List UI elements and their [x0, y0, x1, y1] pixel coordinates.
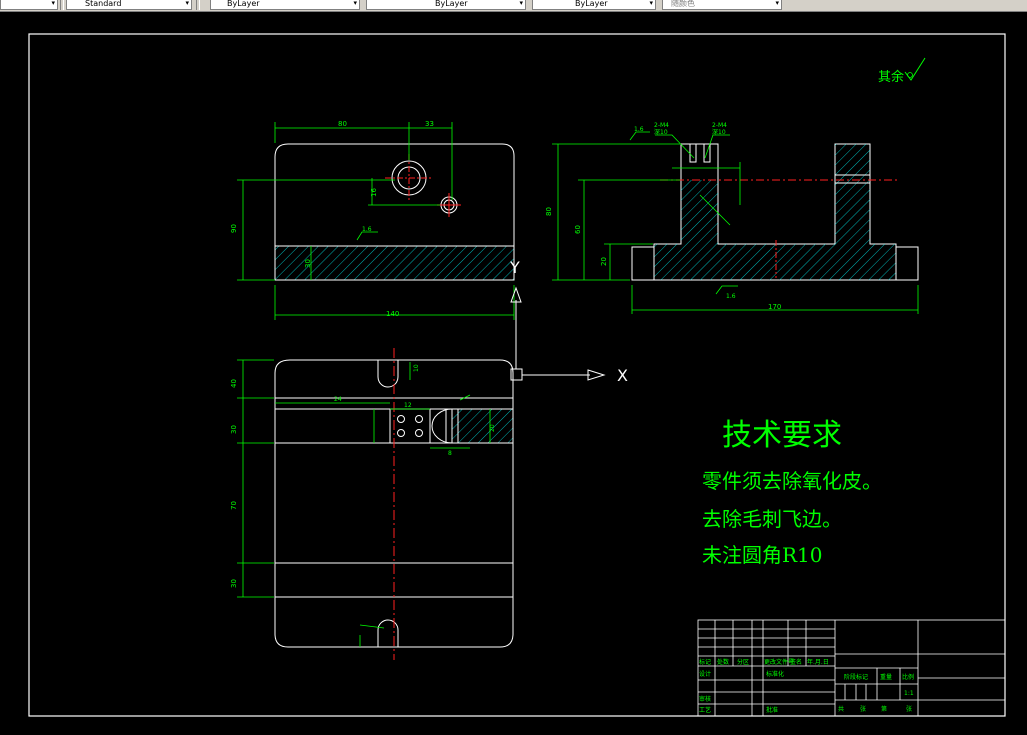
text-style-dropdown[interactable]: Standard ▾: [66, 0, 192, 10]
dim-top-offset: 33: [425, 120, 434, 128]
workspace-dropdown[interactable]: ▾: [0, 0, 58, 10]
chevron-down-icon: ▾: [353, 0, 357, 7]
dim-base-thickness: 30: [304, 259, 312, 268]
ucs-icon: [510, 286, 606, 381]
tech-requirement-line: 未注圆角R10: [702, 543, 823, 567]
tb-sheet-label: 张: [860, 705, 866, 713]
dim-plan-4: 30: [230, 579, 238, 588]
plot-style-value: 随颜色: [671, 0, 695, 8]
layer-dropdown[interactable]: ByLayer ▾: [210, 0, 360, 10]
chevron-down-icon: ▾: [649, 0, 653, 7]
dim-plan-slot: 8: [448, 450, 452, 457]
tb-scale-value: 1:1: [904, 690, 914, 697]
title-block: [697, 619, 1006, 717]
dim-plan-1: 40: [230, 379, 238, 388]
dim-plan-mid: 12: [404, 402, 412, 409]
dim-side-height: 80: [545, 207, 553, 216]
layer-value: ByLayer: [227, 0, 260, 8]
roughness-note: 其余: [878, 69, 904, 85]
toolbar-separator: [196, 0, 200, 10]
tb-weight: 重量: [880, 673, 892, 681]
roughness-circle-icon: [907, 72, 913, 78]
tb-zone: 分区: [737, 658, 749, 666]
dim-front-height: 90: [230, 224, 238, 233]
plot-style-dropdown[interactable]: 随颜色 ▾: [662, 0, 782, 10]
chevron-down-icon: ▾: [185, 0, 189, 7]
ucs-y-label: Y: [509, 258, 520, 277]
thread-note-b: 深10: [654, 128, 668, 136]
dim-plan-3: 70: [230, 501, 238, 510]
dim-front-width: 140: [386, 310, 399, 318]
drawing-canvas[interactable]: 80 33 90 16 30 140 1.6 X Y 80 60 20 170 …: [0, 11, 1027, 735]
front-view-dimensions: [237, 122, 515, 320]
tech-requirement-line: 零件须去除氧化皮。: [702, 469, 882, 493]
tb-sheet-label2: 张: [906, 705, 912, 713]
lineweight-value: ByLayer: [575, 0, 608, 8]
tb-review: 审核: [699, 695, 711, 703]
chevron-down-icon: ▾: [51, 0, 55, 7]
dim-side-width: 170: [768, 303, 781, 311]
chevron-down-icon: ▾: [519, 0, 523, 7]
tb-approve: 批准: [766, 706, 778, 714]
tech-requirement-line: 去除毛刺飞边。: [702, 507, 842, 531]
tb-standard: 标准化: [766, 670, 784, 678]
ucs-x-label: X: [617, 366, 628, 385]
roughness-side-top: 1.6: [634, 126, 644, 133]
tb-count: 处数: [717, 658, 729, 666]
dim-plan-2: 30: [230, 425, 238, 434]
side-view: [631, 143, 919, 281]
roughness-side-bottom: 1.6: [726, 293, 736, 300]
dim-top-width: 80: [338, 120, 347, 128]
tb-sheet-no: 第: [881, 705, 887, 713]
tech-requirements-title: 技术要求: [722, 418, 842, 453]
text-style-value: Standard: [85, 0, 122, 8]
dim-plan-top: 24: [334, 396, 342, 403]
dim-side-inner: 60: [574, 225, 582, 234]
dim-plan-r: 20: [489, 424, 496, 432]
tb-sheet-total: 共: [838, 705, 844, 713]
drawing-border: [28, 33, 1006, 717]
linetype-dropdown[interactable]: ByLayer ▾: [366, 0, 526, 10]
tb-stage: 阶段标记: [844, 673, 868, 681]
thread-note-d: 深10: [712, 128, 726, 136]
toolbar-separator: [60, 0, 64, 10]
tb-design: 设计: [699, 670, 711, 678]
roughness-front: 1.6: [362, 226, 372, 233]
tb-scale: 比例: [902, 673, 914, 681]
thread-note-c: 2-M4: [712, 122, 727, 129]
linetype-value: ByLayer: [435, 0, 468, 8]
tb-marks: 标记: [699, 658, 711, 666]
dim-side-base: 20: [600, 257, 608, 266]
tb-process: 工艺: [699, 706, 711, 714]
title-block-labels: 标记 处数 分区 更改文件号 签名 年.月.日 设计 标准化 审核 工艺 批准 …: [699, 658, 914, 714]
chevron-down-icon: ▾: [775, 0, 779, 7]
tb-sign: 签名: [790, 658, 802, 666]
dim-plan-hole: 10: [413, 364, 420, 372]
thread-note-a: 2-M4: [654, 122, 669, 129]
lineweight-dropdown[interactable]: ByLayer ▾: [532, 0, 656, 10]
plan-view: [274, 348, 514, 660]
tb-date: 年.月.日: [807, 658, 829, 666]
dim-hole-offset: 16: [370, 188, 378, 197]
